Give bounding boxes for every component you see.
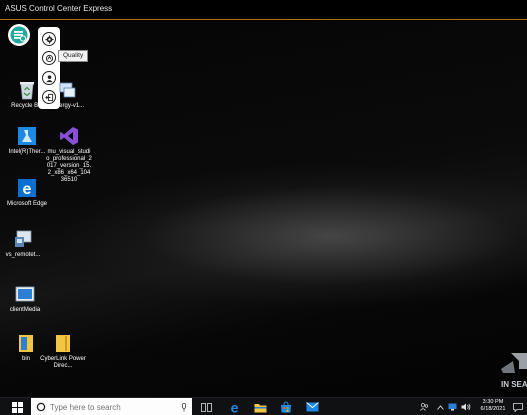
windows-start-icon[interactable] <box>10 401 24 413</box>
desktop-icon-intel[interactable]: Intel(R)Ther... <box>4 125 50 156</box>
folder-icon <box>52 332 74 354</box>
settings-gear-icon[interactable] <box>42 32 56 46</box>
taskbar-clock[interactable]: 3:30 PM 6/18/2021 <box>474 399 512 415</box>
svg-text:e: e <box>23 181 32 198</box>
svg-text:e: e <box>230 401 238 414</box>
visual-studio-icon <box>58 125 80 147</box>
edge-icon: e <box>16 177 38 199</box>
volume-icon[interactable] <box>461 403 471 411</box>
desktop-icon-client-media[interactable]: clientMedia <box>2 283 48 314</box>
remote-desktop-view: Quality Recycle Bin synergy-v1... Intel(… <box>0 21 527 397</box>
client-media-icon <box>14 283 36 305</box>
task-view-icon[interactable] <box>198 400 214 414</box>
desktop-icon-edge[interactable]: e Microsoft Edge <box>4 177 50 208</box>
recycle-bin-icon <box>16 79 38 101</box>
search-input[interactable] <box>50 402 160 412</box>
desktop-icon-cyberlink[interactable]: CyberLink PowerDirec... <box>40 332 86 370</box>
desktop-icon-synergy[interactable]: synergy-v1... <box>44 79 90 110</box>
remote-control-icon[interactable] <box>8 24 30 46</box>
window-title: ASUS Control Center Express <box>5 4 113 13</box>
taskbar-search[interactable] <box>31 398 192 415</box>
synergy-icon <box>56 79 78 101</box>
folder-icon <box>15 332 37 354</box>
people-icon[interactable] <box>420 403 429 411</box>
clock-time: 3:30 PM <box>482 399 504 405</box>
desktop-icon-vs-remote[interactable]: vs_remotet... <box>0 228 46 259</box>
edge-taskbar-icon[interactable]: e <box>226 400 242 414</box>
file-explorer-icon[interactable] <box>252 400 268 414</box>
action-center-icon[interactable] <box>512 400 524 414</box>
microphone-icon[interactable] <box>181 402 187 412</box>
clock-date: 6/18/2021 <box>480 406 506 412</box>
asus-control-center-window: ASUS Control Center Express Quality Recy… <box>0 0 527 415</box>
window-title-bar: ASUS Control Center Express <box>0 0 527 20</box>
asus-logo: IN SEAR <box>497 351 527 391</box>
chevron-up-icon[interactable] <box>437 404 444 410</box>
mail-icon[interactable] <box>304 400 320 414</box>
store-icon[interactable] <box>278 400 294 414</box>
desktop-icon-visual-studio[interactable]: mu_visual_studio_professional_2017_versi… <box>46 125 92 184</box>
logo-text: IN SEAR <box>501 380 527 389</box>
quality-icon[interactable] <box>42 51 56 65</box>
intel-icon <box>16 125 38 147</box>
network-icon[interactable] <box>448 403 457 411</box>
taskbar: e <box>0 397 527 415</box>
quality-tooltip: Quality <box>58 50 89 62</box>
search-icon <box>36 402 46 412</box>
vs-remote-icon <box>12 228 34 250</box>
